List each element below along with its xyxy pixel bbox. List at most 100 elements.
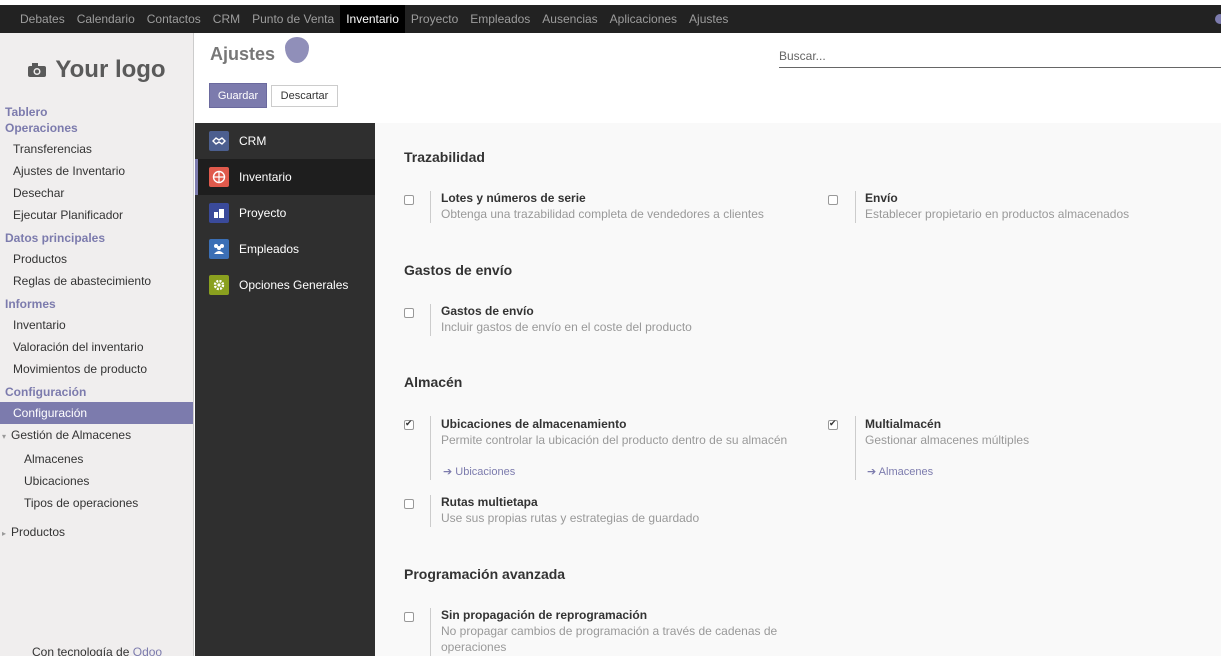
app-menu: Debates Calendario Contactos CRM Punto d… [14,5,734,33]
menu-inventario[interactable]: Inventario [340,5,405,33]
sidebar-item-valoracion[interactable]: Valoración del inventario [0,336,193,358]
company-logo[interactable]: Your logo [0,33,193,103]
menu-calendario[interactable]: Calendario [71,5,141,33]
divider [430,608,431,656]
settings-content: Trazabilidad Lotes y números de serie Ob… [375,123,1221,656]
sidebar-item-inventario[interactable]: Inventario [0,314,193,336]
app-tab-opciones-generales[interactable]: Opciones Generales [195,267,375,303]
app-tab-empleados[interactable]: Empleados [195,231,375,267]
sidebar: Your logo Tablero Operaciones Transferen… [0,33,194,656]
caret-right-icon: ▸ [2,529,7,538]
sidebar-item-transferencias[interactable]: Transferencias [0,138,193,160]
sidebar-operaciones[interactable]: Operaciones [0,120,193,136]
sidebar-tablero[interactable]: Tablero [0,104,193,120]
sidebar-item-reglas-abastecimiento[interactable]: Reglas de abastecimiento [0,270,193,292]
checkbox-ubicaciones[interactable] [404,418,414,430]
section-gastos-envio: Gastos de envío [404,262,513,278]
odoo-link[interactable]: Odoo [133,645,162,656]
checkbox-rutas[interactable] [404,499,414,509]
link-ubicaciones-label: Ubicaciones [455,466,516,478]
app-tab-label: Opciones Generales [239,278,349,292]
gear-icon [209,275,229,295]
logo-text: Your logo [55,56,166,83]
setting-title-sin-propagacion: Sin propagación de reprogramación [441,608,648,622]
cursor-drop-indicator [285,37,309,63]
setting-desc-sin-propagacion: No propagar cambios de programación a tr… [441,624,778,654]
sidebar-item-tipos-operaciones[interactable]: Tipos de operaciones [0,492,193,514]
setting-desc-lotes: Obtenga una trazabilidad completa de ven… [441,207,764,221]
link-almacenes[interactable]: ➔ Almacenes [867,465,933,478]
divider [430,495,431,527]
setting-desc-rutas: Use sus propias rutas y estrategias de g… [441,511,700,525]
checkbox-lotes[interactable] [404,195,414,205]
menu-empleados[interactable]: Empleados [464,5,536,33]
discard-button[interactable]: Descartar [271,85,338,107]
setting-desc-multialmacen: Gestionar almacenes múltiples [865,433,1030,447]
arrow-right-icon: ➔ [443,466,453,478]
sidebar-informes[interactable]: Informes [0,296,193,312]
powered-by: Con tecnología de Odoo [32,645,162,656]
menu-contactos[interactable]: Contactos [141,5,207,33]
section-trazabilidad: Trazabilidad [404,149,485,165]
sidebar-item-ubicaciones[interactable]: Ubicaciones [0,470,193,492]
productos-group-label: Productos [11,525,66,539]
camera-icon [28,63,47,77]
setting-desc-envio: Establecer propietario en productos alma… [865,207,1130,221]
setting-title-envio: Envío [865,191,898,205]
setting-title-ubicaciones: Ubicaciones de almacenamiento [441,417,627,431]
app-tab-label: CRM [239,134,267,148]
gestion-label: Gestión de Almacenes [11,428,132,442]
arrow-right-icon: ➔ [867,466,877,478]
sidebar-configuracion[interactable]: Configuración [0,384,193,400]
menu-aplicaciones[interactable]: Aplicaciones [604,5,683,33]
powered-prefix: Con tecnología de [32,645,133,656]
divider [430,191,431,223]
section-programacion: Programación avanzada [404,566,566,582]
link-almacenes-label: Almacenes [878,466,934,478]
users-icon [209,239,229,259]
app-tab-inventario[interactable]: Inventario [195,159,375,195]
sidebar-item-configuracion[interactable]: Configuración [0,402,193,424]
menu-crm[interactable]: CRM [207,5,246,33]
link-ubicaciones[interactable]: ➔ Ubicaciones [443,465,515,478]
search-input[interactable] [779,44,1221,68]
divider [430,416,431,480]
page-title: Ajustes [210,44,276,64]
menu-debates[interactable]: Debates [14,5,71,33]
app-tab-label: Proyecto [239,206,287,220]
user-avatar[interactable] [1215,14,1221,24]
app-tab-proyecto[interactable]: Proyecto [195,195,375,231]
sidebar-item-desechar[interactable]: Desechar [0,182,193,204]
sidebar-item-ejecutar-planificador[interactable]: Ejecutar Planificador [0,204,193,226]
sidebar-item-gestion-almacenes[interactable]: ▾ Gestión de Almacenes [0,424,193,448]
app-tab-label: Inventario [239,170,292,184]
menu-ajustes[interactable]: Ajustes [683,5,734,33]
setting-desc-gastos-envio: Incluir gastos de envío en el coste del … [441,320,692,334]
divider [855,416,856,480]
divider [855,191,856,223]
sidebar-datos-principales[interactable]: Datos principales [0,230,193,246]
box-icon [209,167,229,187]
save-button[interactable]: Guardar [209,83,267,108]
menu-proyecto[interactable]: Proyecto [405,5,464,33]
sidebar-item-ajustes-inventario[interactable]: Ajustes de Inventario [0,160,193,182]
setting-title-gastos-envio: Gastos de envío [441,304,534,318]
sidebar-item-movimientos[interactable]: Movimientos de producto [0,358,193,380]
checkbox-envio[interactable] [828,195,838,205]
menu-punto-de-venta[interactable]: Punto de Venta [246,5,340,33]
section-almacen: Almacén [404,374,463,390]
menu-ausencias[interactable]: Ausencias [536,5,603,33]
settings-app-tabs: CRM Inventario Proyecto Empleados Opcion… [195,123,375,656]
setting-desc-ubicaciones: Permite controlar la ubicación del produ… [441,433,788,447]
checkbox-sin-propagacion[interactable] [404,612,414,622]
setting-title-rutas: Rutas multietapa [441,495,538,509]
sidebar-item-productos-group[interactable]: ▸ Productos [0,521,193,545]
checkbox-gastos-envio[interactable] [404,308,414,318]
handshake-icon [209,131,229,151]
sidebar-item-almacenes[interactable]: Almacenes [0,448,193,470]
checkbox-multialmacen[interactable] [828,418,838,430]
setting-title-multialmacen: Multialmacén [865,417,942,431]
app-tab-crm[interactable]: CRM [195,123,375,159]
puzzle-icon [209,203,229,223]
sidebar-item-productos[interactable]: Productos [0,248,193,270]
